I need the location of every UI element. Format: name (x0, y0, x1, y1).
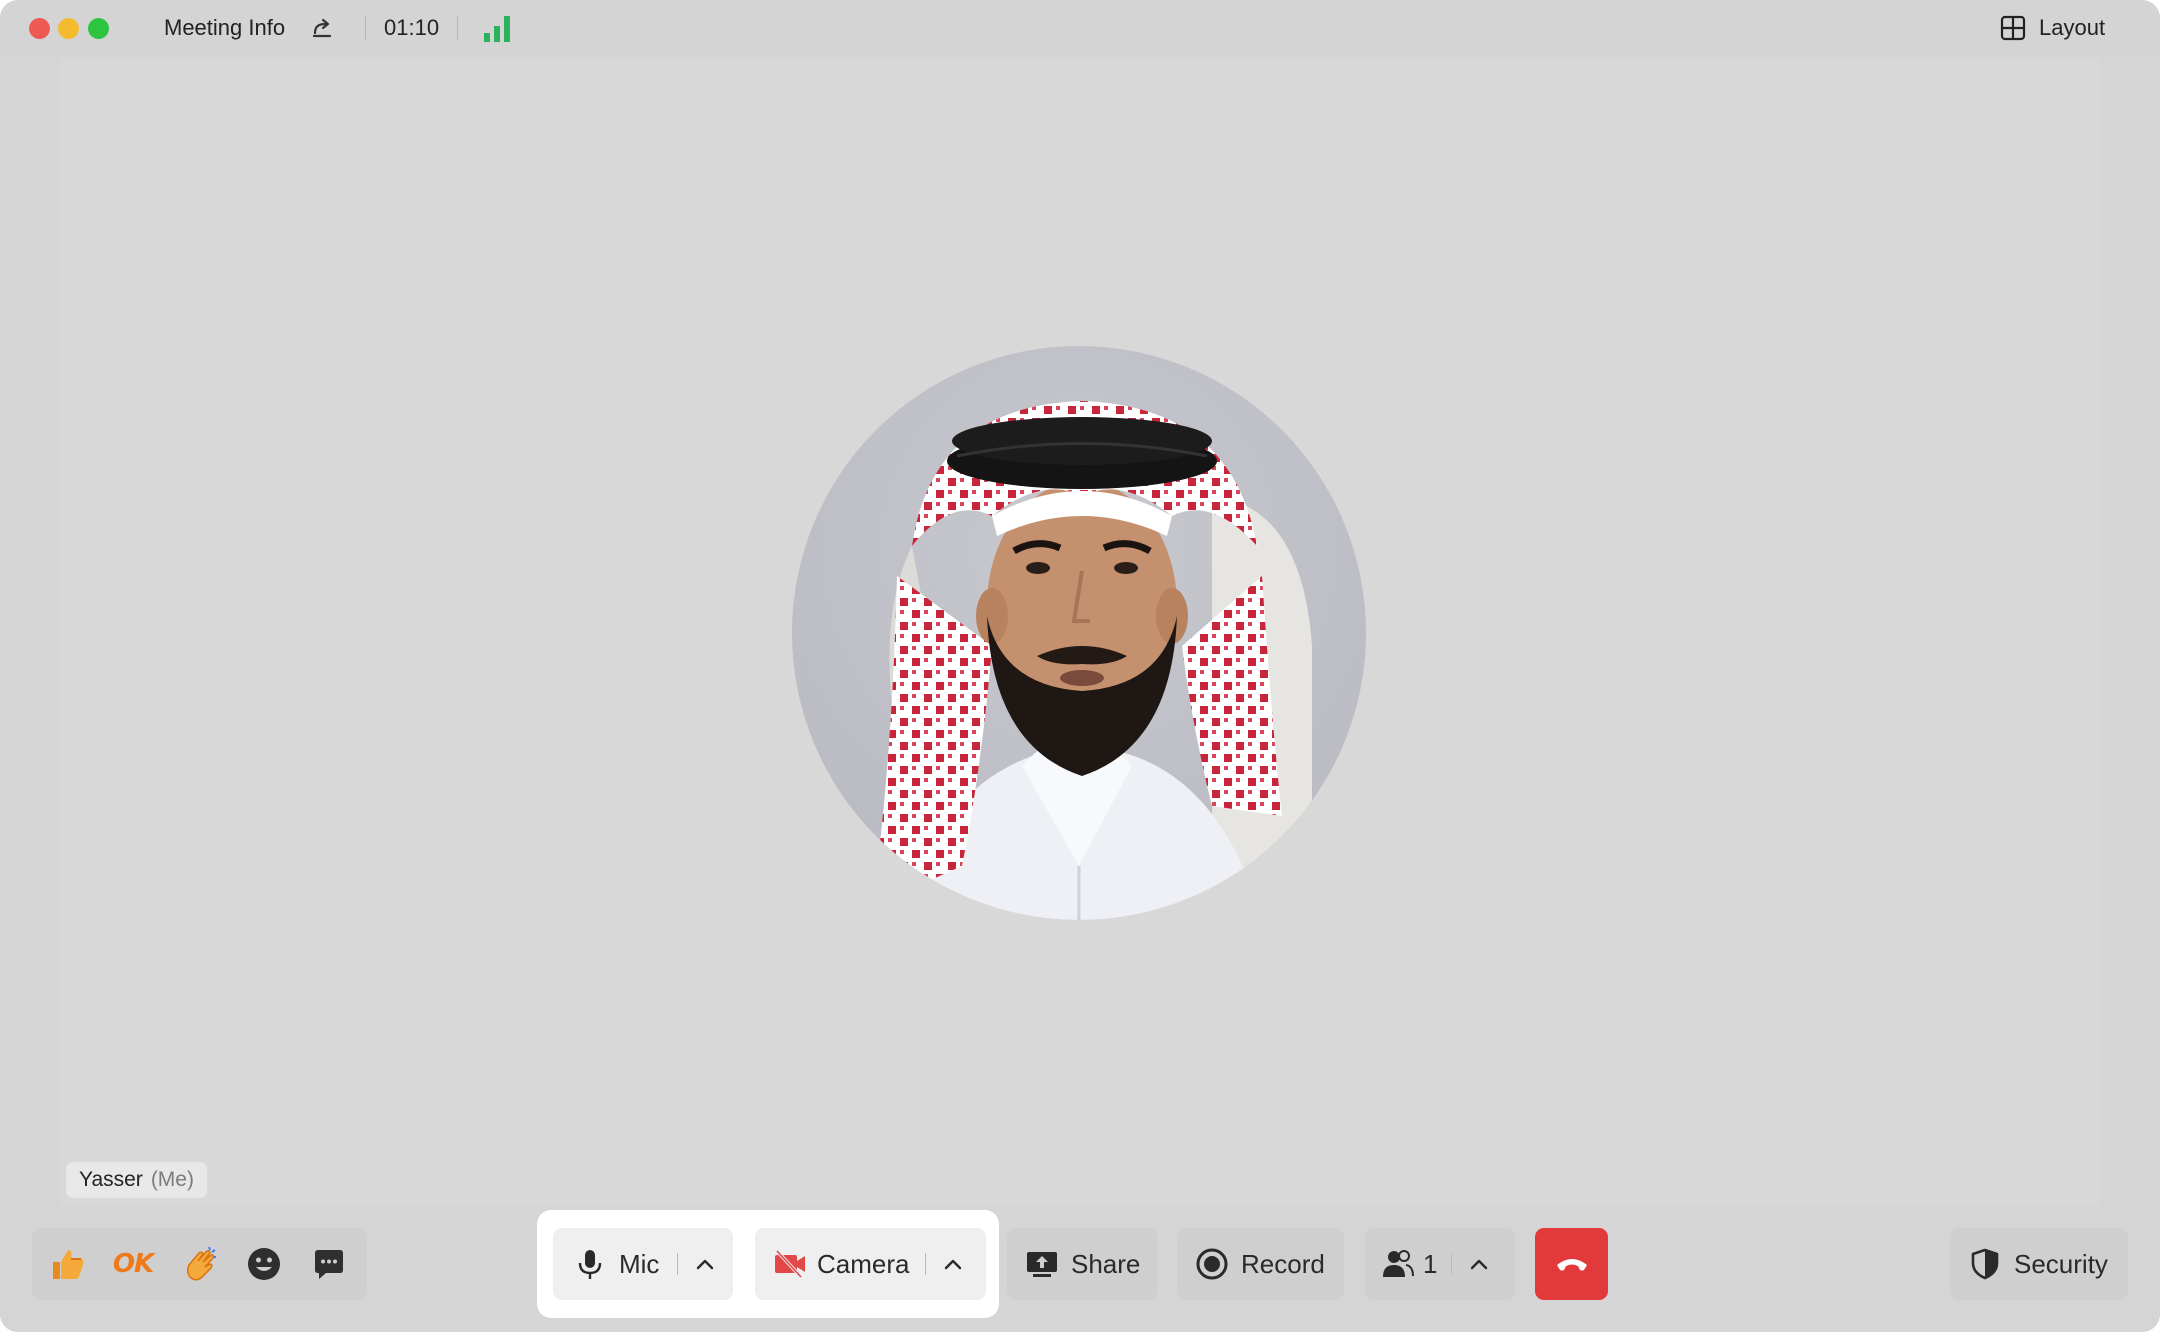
layout-button[interactable]: Layout (1999, 13, 2105, 43)
control-bar: OK Mic Camera Share Record 1 Security (0, 1206, 2160, 1332)
chevron-up-icon (697, 1259, 714, 1270)
title-bar: Meeting Info 01:10 Layout (0, 0, 2160, 56)
record-icon (1195, 1247, 1229, 1281)
meeting-timer: 01:10 (384, 15, 440, 40)
record-button[interactable]: Record (1177, 1228, 1344, 1300)
record-label: Record (1241, 1248, 1325, 1279)
clap-reaction[interactable] (178, 1242, 222, 1286)
camera-label: Camera (817, 1248, 910, 1279)
reactions-bar: OK (32, 1228, 367, 1300)
participants-options-button[interactable] (1466, 1251, 1492, 1277)
close-window-button[interactable] (29, 18, 50, 39)
camera-control: Camera (755, 1228, 986, 1300)
participants-count: 1 (1423, 1248, 1438, 1279)
ok-reaction-label: OK (112, 1249, 154, 1279)
divider (677, 1253, 679, 1275)
thumbs-up-icon (53, 1250, 84, 1279)
mic-label: Mic (619, 1248, 660, 1279)
share-button[interactable]: Share (1007, 1228, 1157, 1300)
layout-label: Layout (2039, 15, 2106, 40)
participant-name-label: Yasser (Me) (66, 1162, 207, 1198)
share-meeting-icon[interactable] (310, 14, 336, 40)
participant-name: Yasser (79, 1168, 143, 1191)
security-button[interactable]: Security (1950, 1228, 2128, 1300)
chat-icon (315, 1250, 343, 1279)
participant-me-tag: (Me) (150, 1168, 194, 1191)
security-label: Security (2014, 1248, 2108, 1279)
emoji-icon (248, 1248, 280, 1280)
network-signal-icon[interactable] (482, 13, 514, 43)
ok-reaction[interactable]: OK (111, 1242, 155, 1286)
mic-control: Mic (553, 1228, 733, 1300)
emoji-reaction[interactable] (242, 1242, 286, 1286)
camera-options-button[interactable] (940, 1251, 966, 1277)
chevron-up-icon (945, 1259, 962, 1270)
divider (365, 16, 366, 40)
hang-up-icon (1556, 1259, 1587, 1271)
maximize-window-button[interactable] (88, 18, 109, 39)
chevron-up-icon (1471, 1259, 1488, 1270)
meeting-info-title[interactable]: Meeting Info (164, 14, 285, 42)
meeting-window: Meeting Info 01:10 Layout Yasser (Me) OK… (0, 0, 2160, 1332)
camera-off-icon (775, 1249, 805, 1279)
thumbs-up-reaction[interactable] (46, 1242, 90, 1286)
divider (925, 1253, 927, 1275)
share-label: Share (1071, 1248, 1141, 1279)
participant-avatar (792, 346, 1366, 920)
clap-icon (186, 1246, 216, 1281)
chat-reaction[interactable] (307, 1242, 351, 1286)
shield-icon (1968, 1247, 2002, 1281)
screen-share-icon (1025, 1247, 1059, 1281)
camera-button[interactable] (773, 1247, 807, 1281)
participants-control: 1 (1365, 1228, 1515, 1300)
participants-button[interactable] (1381, 1247, 1415, 1281)
layout-grid-icon (2000, 15, 2026, 41)
participants-icon (1383, 1250, 1414, 1277)
minimize-window-button[interactable] (58, 18, 79, 39)
mic-options-button[interactable] (692, 1251, 718, 1277)
microphone-icon (578, 1250, 602, 1279)
divider (457, 16, 458, 40)
divider (1451, 1253, 1453, 1275)
mic-button[interactable] (573, 1247, 607, 1281)
end-call-button[interactable] (1535, 1228, 1608, 1300)
